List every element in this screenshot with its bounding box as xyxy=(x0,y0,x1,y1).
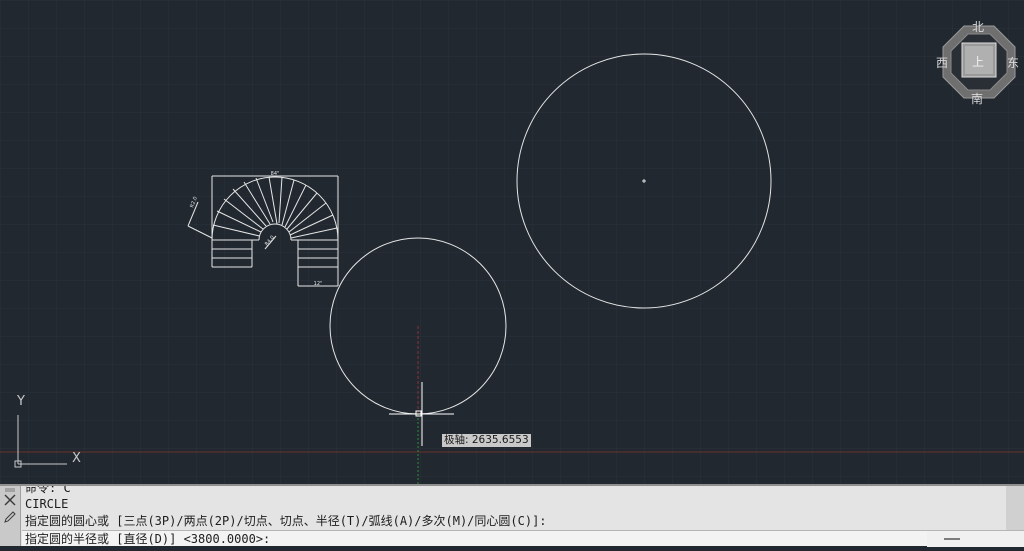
grid xyxy=(0,0,1024,484)
history-scrollbar[interactable] xyxy=(1006,486,1024,530)
stair-bottom-dimension: 12" xyxy=(314,281,323,287)
command-line-toolbar xyxy=(0,486,21,546)
viewcube-west[interactable]: 西 xyxy=(936,54,948,71)
stair-top-dimension: 84" xyxy=(271,171,280,177)
pencil-icon[interactable] xyxy=(4,511,16,523)
polar-tooltip: 极轴: 2635.6553 xyxy=(442,434,531,447)
viewcube-south[interactable]: 南 xyxy=(971,90,983,107)
history-line: CIRCLE xyxy=(25,497,69,511)
command-line-options[interactable] xyxy=(927,530,1024,547)
viewcube-top-label[interactable]: 上 xyxy=(972,53,984,70)
viewcube-north[interactable]: 北 xyxy=(972,18,984,35)
ucs-y-label: Y xyxy=(17,394,25,409)
drawing-viewport[interactable]: 84" 12" R2.0 R4.0 Y X 北 南 东 西 上 极轴: 2635… xyxy=(0,0,1024,484)
command-history: 命令: C CIRCLE 指定圆的圆心或 [三点(3P)/两点(2P)/切点、切… xyxy=(22,486,1006,530)
model-space-canvas[interactable]: 84" 12" R2.0 R4.0 xyxy=(0,0,1024,484)
history-line: 指定圆的圆心或 [三点(3P)/两点(2P)/切点、切点、半径(T)/弧线(A)… xyxy=(25,514,547,528)
command-line-window[interactable]: 命令: C CIRCLE 指定圆的圆心或 [三点(3P)/两点(2P)/切点、切… xyxy=(0,484,1024,547)
grip-handle[interactable] xyxy=(5,488,15,492)
command-input[interactable]: 指定圆的半径或 [直径(D)] <3800.0000>: xyxy=(22,530,927,546)
close-icon[interactable] xyxy=(4,494,16,506)
ucs-x-label: X xyxy=(72,451,81,466)
viewcube-east[interactable]: 东 xyxy=(1007,54,1019,71)
history-line: 命令: C xyxy=(25,486,71,495)
